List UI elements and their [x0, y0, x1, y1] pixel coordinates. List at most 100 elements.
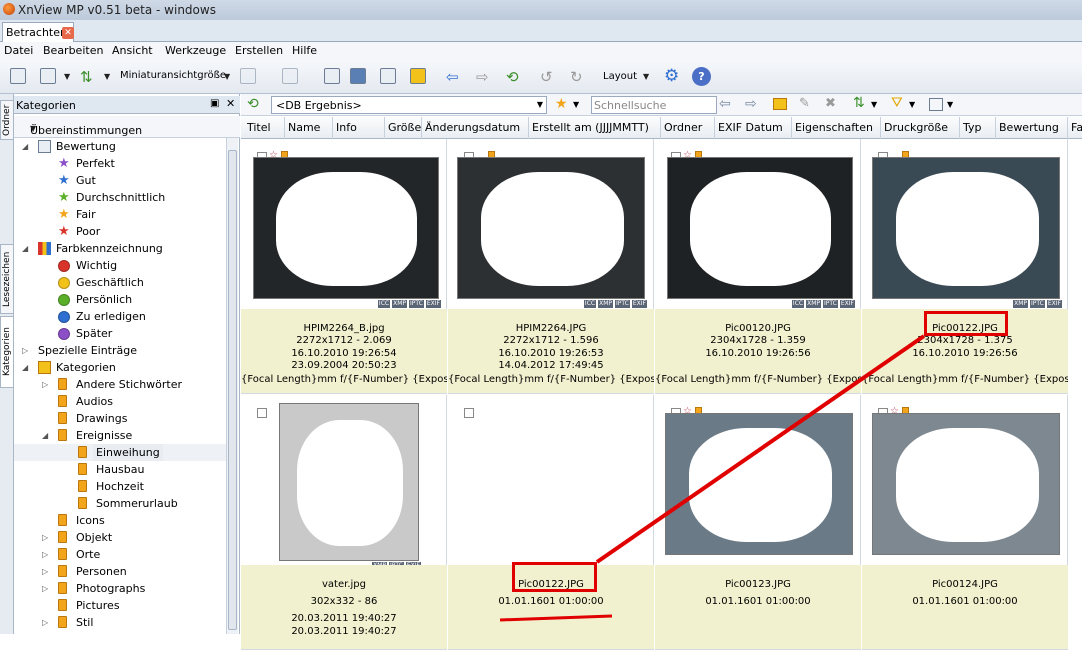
menu-datei[interactable]: Datei: [4, 44, 33, 57]
tree-item-objekt[interactable]: ▷ Objekt: [14, 529, 226, 546]
thumbnail-cell[interactable]: ☆ ICC XMP IPTC EXIF HPIM2264_B.jpg 2272x1712 -…: [241, 139, 447, 394]
thumbnail-cell[interactable]: ☆ ICC XMP IPTC EXIF Pic00120.JPG 2304x1728 - 1…: [655, 139, 861, 394]
thumbnail-image[interactable]: [253, 157, 439, 299]
thumbnail-image[interactable]: [872, 413, 1060, 555]
tree-item-personen[interactable]: ▷ Personen: [14, 563, 226, 580]
close-tab-icon[interactable]: ✕: [62, 27, 74, 39]
column-info[interactable]: Info: [336, 121, 357, 134]
column-name[interactable]: Name: [288, 121, 320, 134]
rotate-right-icon[interactable]: ↻: [570, 68, 583, 86]
chevron-down-icon[interactable]: ▼: [104, 72, 110, 90]
grid-view-icon[interactable]: [929, 98, 943, 111]
tree-item-photographs[interactable]: ▷ Photographs: [14, 580, 226, 597]
column-titel[interactable]: Titel: [247, 121, 271, 134]
select-checkbox[interactable]: [464, 408, 474, 418]
fullscreen-icon[interactable]: [10, 68, 26, 84]
tree-item-andere-stichwörter[interactable]: ▷ Andere Stichwörter: [14, 376, 226, 393]
column-separator[interactable]: [995, 117, 996, 139]
tree-item-perfekt[interactable]: ★ Perfekt: [14, 155, 226, 172]
column-größe[interactable]: Größe: [388, 121, 421, 134]
thumbnail-cell[interactable]: Pic00122.JPG 01.01.1601 01:00:00: [448, 395, 654, 650]
thumbnail-image[interactable]: [667, 157, 853, 299]
pin-icon[interactable]: ▣: [210, 98, 219, 109]
expand-icon[interactable]: ▷: [42, 580, 48, 597]
compare-icon[interactable]: [380, 68, 396, 84]
quick-search-input[interactable]: Schnellsuche: [591, 96, 717, 114]
chevron-down-icon[interactable]: ▼: [224, 72, 230, 90]
column-separator[interactable]: [959, 117, 960, 139]
column-separator[interactable]: [791, 117, 792, 139]
scroll-thumb[interactable]: [228, 150, 237, 630]
column-separator[interactable]: [284, 117, 285, 139]
thumbnail-cell[interactable]: XMP IPTC EXIF Pic00122.JPG 2304x1728 - 1.375…: [862, 139, 1068, 394]
path-combo[interactable]: <DB Ergebnis> ▼: [271, 96, 547, 114]
slideshow-icon[interactable]: [350, 68, 366, 84]
tree-item-durchschnittlich[interactable]: ★ Durchschnittlich: [14, 189, 226, 206]
tree-item-poor[interactable]: ★ Poor: [14, 223, 226, 240]
tree-item-pictures[interactable]: Pictures: [14, 597, 226, 614]
column-separator[interactable]: [384, 117, 385, 139]
close-panel-icon[interactable]: ✕: [226, 97, 235, 110]
tree-item-persönlich[interactable]: Persönlich: [14, 291, 226, 308]
tree-scrollbar[interactable]: [226, 138, 238, 634]
collapse-icon[interactable]: ◢: [22, 138, 28, 155]
expand-icon[interactable]: ▷: [42, 529, 48, 546]
collapse-icon[interactable]: ◢: [22, 240, 28, 257]
column-änderungsdatum[interactable]: Änderungsdatum: [425, 121, 520, 134]
chevron-down-icon[interactable]: ▼: [537, 100, 543, 109]
side-tab-lesezeichen[interactable]: Lesezeichen: [0, 244, 14, 314]
delete-icon[interactable]: ✖: [825, 96, 836, 111]
folder-icon[interactable]: [773, 98, 787, 110]
thumbnail-cell[interactable]: XMPIPTCEXIFvater.jpg302x332 - 8620.03.20…: [241, 395, 447, 650]
tree-item-geschäftlich[interactable]: Geschäftlich: [14, 274, 226, 291]
tree-item-wichtig[interactable]: Wichtig: [14, 257, 226, 274]
expand-icon[interactable]: ▷: [42, 563, 48, 580]
thumbnail-image[interactable]: [279, 403, 419, 561]
batch-icon[interactable]: [410, 68, 426, 84]
sort-icon[interactable]: ⇅: [853, 95, 865, 111]
collapse-icon[interactable]: ◢: [42, 427, 48, 444]
help-icon[interactable]: ?: [692, 67, 711, 86]
tree-item-einweihung[interactable]: Einweihung: [14, 444, 226, 461]
expand-icon[interactable]: ▷: [42, 376, 48, 393]
tree-item-hochzeit[interactable]: Hochzeit: [14, 478, 226, 495]
column-separator[interactable]: [332, 117, 333, 139]
tree-item-ereignisse[interactable]: ◢ Ereignisse: [14, 427, 226, 444]
layout-label[interactable]: Layout: [603, 71, 637, 89]
menu-erstellen[interactable]: Erstellen: [235, 44, 283, 57]
info-icon[interactable]: [282, 68, 298, 84]
edit-icon[interactable]: ✎: [799, 96, 810, 111]
thumbnail-cell[interactable]: ICC XMP IPTC EXIF HPIM2264.JPG 2272x1712 - 1.…: [448, 139, 654, 394]
tree-item-gut[interactable]: ★ Gut: [14, 172, 226, 189]
forward-icon[interactable]: ⇨: [745, 96, 757, 112]
expand-icon[interactable]: ▷: [42, 546, 48, 563]
back-icon[interactable]: ⇦: [719, 96, 731, 112]
sort-icon[interactable]: ⇅: [80, 68, 93, 86]
chevron-down-icon[interactable]: ▼: [947, 100, 953, 109]
column-separator[interactable]: [528, 117, 529, 139]
side-tab-ordner[interactable]: Ordner: [0, 100, 14, 140]
menu-hilfe[interactable]: Hilfe: [292, 44, 317, 57]
tree-item-audios[interactable]: Audios: [14, 393, 226, 410]
thumbnail-image[interactable]: [665, 413, 853, 555]
thumb-size-label[interactable]: Miniaturansichtgröße: [120, 70, 226, 88]
column-separator[interactable]: [880, 117, 881, 139]
tree-item-farbkennzeichnung[interactable]: ◢ Farbkennzeichnung: [14, 240, 226, 257]
match-filter-dropdown[interactable]: Übereinstimmungen ▼: [14, 116, 240, 138]
tree-item-sommerurlaub[interactable]: Sommerurlaub: [14, 495, 226, 512]
filter-icon[interactable]: [240, 68, 256, 84]
column-separator[interactable]: [421, 117, 422, 139]
column-exif-datum[interactable]: EXIF Datum: [718, 121, 783, 134]
menu-ansicht[interactable]: Ansicht: [112, 44, 153, 57]
refresh-icon[interactable]: ⟲: [506, 68, 519, 86]
column-separator[interactable]: [714, 117, 715, 139]
collapse-icon[interactable]: ◢: [22, 359, 28, 376]
star-filter-icon[interactable]: ★: [555, 96, 568, 112]
gear-icon[interactable]: ⚙: [664, 66, 679, 86]
tree-item-bewertung[interactable]: ◢ Bewertung: [14, 138, 226, 155]
tree-item-orte[interactable]: ▷ Orte: [14, 546, 226, 563]
column-druckgröße[interactable]: Druckgröße: [884, 121, 948, 134]
tree-item-drawings[interactable]: Drawings: [14, 410, 226, 427]
thumbnail-image[interactable]: [457, 157, 645, 299]
tree-item-icons[interactable]: Icons: [14, 512, 226, 529]
